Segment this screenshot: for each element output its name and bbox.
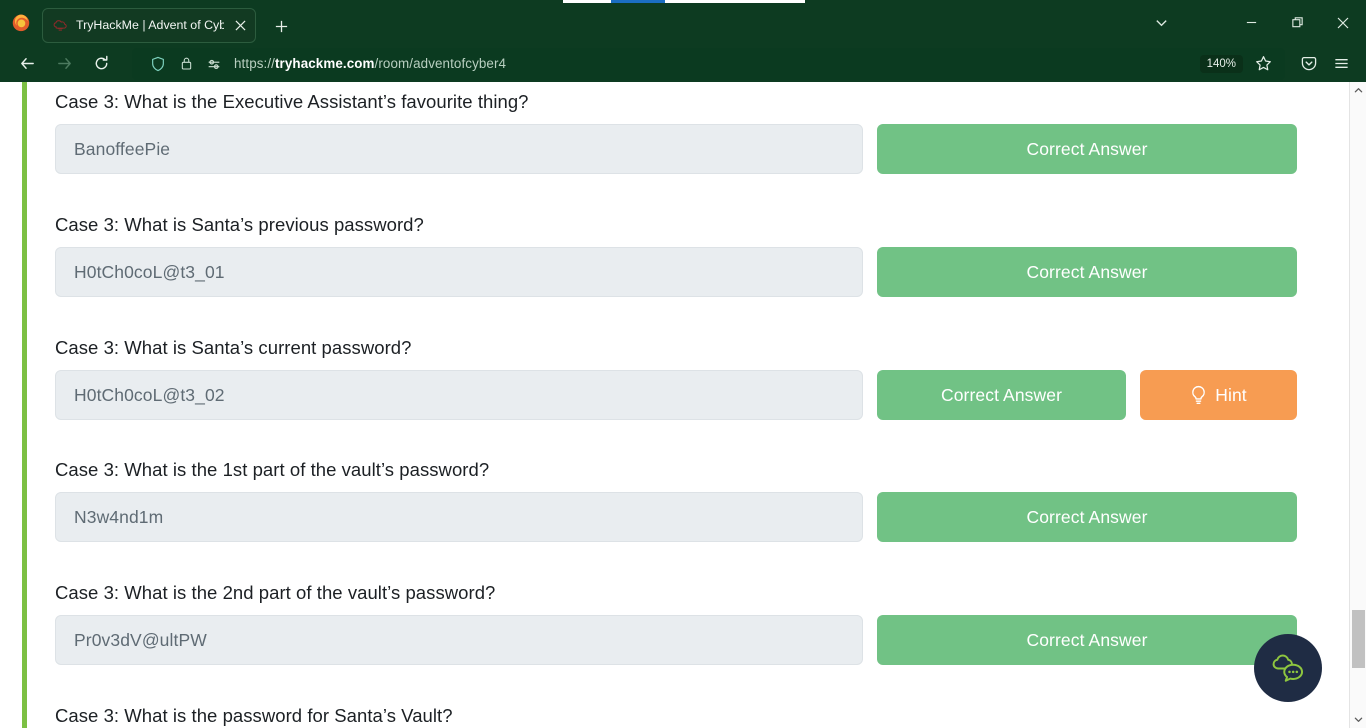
snap-indicator-segment xyxy=(611,0,665,3)
back-button[interactable] xyxy=(9,48,46,80)
question-block: Case 3: What is the 1st part of the vaul… xyxy=(55,458,1299,543)
question-block: Case 3: What is the password for Santa’s… xyxy=(55,704,1299,727)
browser-window: TryHackMe | Advent of Cyber 20 xyxy=(0,0,1366,728)
tab-list-chevron-down-icon[interactable] xyxy=(1138,0,1184,45)
scrollbar-down-arrow-icon[interactable] xyxy=(1350,711,1366,728)
zoom-level-badge[interactable]: 140% xyxy=(1199,54,1243,73)
answer-input[interactable]: N3w4nd1m xyxy=(55,492,863,543)
tab-close-icon[interactable] xyxy=(231,17,249,35)
tab-title: TryHackMe | Advent of Cyber 20 xyxy=(76,19,224,32)
hint-button[interactable]: Hint xyxy=(1140,370,1297,421)
browser-tab-active[interactable]: TryHackMe | Advent of Cyber 20 xyxy=(42,8,256,43)
permissions-icon[interactable] xyxy=(200,50,228,78)
question-controls: Pr0v3dV@ultPW Correct Answer xyxy=(55,615,1299,666)
answer-input[interactable]: Pr0v3dV@ultPW xyxy=(55,615,863,666)
task-question-list: Case 3: What is the Executive Assistant’… xyxy=(0,82,1332,728)
minimize-button[interactable] xyxy=(1228,0,1274,45)
new-tab-button[interactable] xyxy=(266,11,296,41)
hamburger-menu-icon[interactable] xyxy=(1325,49,1357,79)
pocket-save-icon[interactable] xyxy=(1293,49,1325,79)
question-label: Case 3: What is the 2nd part of the vaul… xyxy=(55,582,496,603)
chat-widget-button[interactable] xyxy=(1254,634,1322,702)
question-controls: N3w4nd1m Correct Answer xyxy=(55,492,1299,543)
question-controls: BanoffeePie Correct Answer xyxy=(55,124,1299,175)
window-snap-indicator xyxy=(563,0,805,3)
window-controls xyxy=(1138,0,1366,45)
browser-titlebar: TryHackMe | Advent of Cyber 20 xyxy=(0,0,1366,45)
restore-button[interactable] xyxy=(1274,0,1320,45)
chat-bubbles-icon xyxy=(1272,654,1304,682)
close-button[interactable] xyxy=(1320,0,1366,45)
firefox-logo-icon xyxy=(12,14,30,32)
question-label: Case 3: What is the 1st part of the vaul… xyxy=(55,459,490,480)
tryhackme-favicon-icon xyxy=(53,20,67,31)
question-block: Case 3: What is Santa’s previous passwor… xyxy=(55,213,1299,298)
answer-input[interactable]: H0tCh0coL@t3_01 xyxy=(55,247,863,298)
page-viewport: Case 3: What is the Executive Assistant’… xyxy=(0,82,1366,728)
scrollbar-up-arrow-icon[interactable] xyxy=(1350,82,1366,99)
correct-answer-button[interactable]: Correct Answer xyxy=(877,615,1297,666)
url-text: https://tryhackme.com/room/adventofcyber… xyxy=(234,56,507,71)
hint-button-label: Hint xyxy=(1215,384,1247,405)
question-controls: H0tCh0coL@t3_01 Correct Answer xyxy=(55,247,1299,298)
answer-input[interactable]: H0tCh0coL@t3_02 xyxy=(55,370,863,421)
question-label: Case 3: What is the Executive Assistant’… xyxy=(55,91,529,112)
browser-navbar: https://tryhackme.com/room/adventofcyber… xyxy=(0,45,1366,82)
forward-button xyxy=(46,48,83,80)
answer-input[interactable]: BanoffeePie xyxy=(55,124,863,175)
question-label: Case 3: What is Santa’s previous passwor… xyxy=(55,214,424,235)
correct-answer-button[interactable]: Correct Answer xyxy=(877,247,1297,298)
reload-button[interactable] xyxy=(83,48,120,80)
question-label: Case 3: What is the password for Santa’s… xyxy=(55,705,453,726)
shield-icon[interactable] xyxy=(144,50,172,78)
url-bar[interactable]: https://tryhackme.com/room/adventofcyber… xyxy=(132,47,1285,80)
tab-strip: TryHackMe | Advent of Cyber 20 xyxy=(0,0,296,45)
question-label: Case 3: What is Santa’s current password… xyxy=(55,337,412,358)
question-block: Case 3: What is Santa’s current password… xyxy=(55,336,1299,421)
correct-answer-button[interactable]: Correct Answer xyxy=(877,124,1297,175)
correct-answer-button[interactable]: Correct Answer xyxy=(877,370,1126,421)
scrollbar-thumb[interactable] xyxy=(1352,610,1365,668)
page-scrollbar[interactable] xyxy=(1349,82,1366,728)
correct-answer-button[interactable]: Correct Answer xyxy=(877,492,1297,543)
lock-icon[interactable] xyxy=(172,50,200,78)
question-controls: H0tCh0coL@t3_02 Correct Answer Hint xyxy=(55,370,1299,421)
question-block: Case 3: What is the Executive Assistant’… xyxy=(55,90,1299,175)
question-block: Case 3: What is the 2nd part of the vaul… xyxy=(55,581,1299,666)
star-icon[interactable] xyxy=(1247,49,1279,79)
lightbulb-icon xyxy=(1192,385,1206,404)
